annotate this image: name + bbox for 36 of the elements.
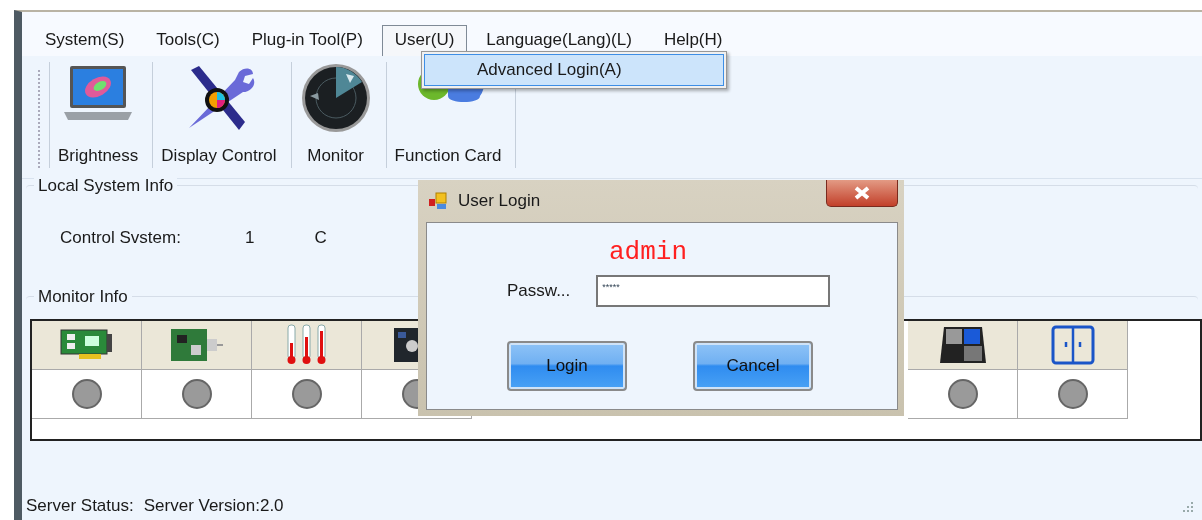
field-label: Control Svstem:: [60, 228, 181, 248]
circuit-board-icon: [394, 328, 420, 362]
status-light: [947, 379, 978, 409]
menu-item[interactable]: Language(Lang)(L): [473, 25, 645, 56]
thermometers-icon: [284, 323, 329, 367]
status-light: [1057, 379, 1088, 409]
menu-item[interactable]: User(U): [381, 25, 468, 56]
status-label: Server Status:: [26, 496, 134, 516]
menu-item[interactable]: Help(H): [650, 25, 736, 56]
menu-item[interactable]: System(S): [32, 25, 138, 56]
group-title: Local System Info: [34, 176, 178, 196]
menu-entry[interactable]: Advanced Login(A): [424, 54, 724, 86]
dialog-button[interactable]: Cancel: [693, 341, 813, 391]
toolbar-button[interactable]: Brightness: [49, 62, 147, 168]
server-version: Server Version:2.0: [143, 496, 284, 516]
circuit-card-icon: [58, 328, 115, 362]
status-light: [291, 379, 322, 409]
password-label: Passw...: [507, 281, 571, 301]
password-field[interactable]: *****: [596, 275, 831, 307]
resize-grip-icon: [1182, 502, 1194, 514]
radar-icon: [299, 62, 372, 134]
field-label: C: [314, 228, 327, 248]
annotation-text: admin: [609, 237, 687, 267]
cabinet-icon: [1049, 324, 1096, 366]
field-value: 1: [244, 228, 255, 248]
dialog-title: User Login: [458, 191, 541, 211]
dialog-button[interactable]: Login: [507, 341, 627, 391]
status-light: [71, 379, 102, 409]
menu-item[interactable]: Plug-in Tool(P): [238, 25, 376, 56]
toolbar-button[interactable]: Display Control: [152, 62, 285, 168]
menu-item[interactable]: Tools(C): [143, 25, 233, 56]
status-light: [181, 379, 212, 409]
close-icon: [853, 186, 871, 200]
app-icon: [428, 191, 450, 211]
close-button[interactable]: [826, 180, 898, 207]
toolbar-button[interactable]: Monitor: [290, 62, 380, 168]
